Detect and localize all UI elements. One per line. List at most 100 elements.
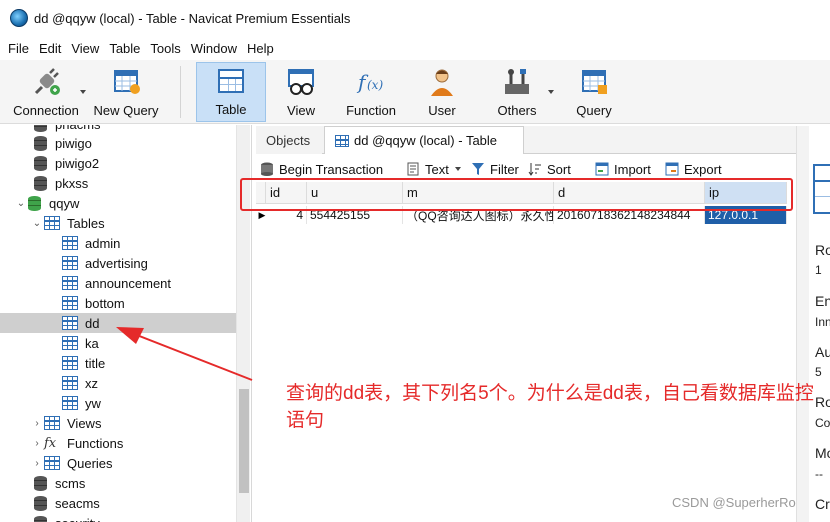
info-value: 1 (815, 263, 822, 277)
tree-table-advertising[interactable]: advertising (0, 253, 236, 273)
user-label: User (428, 103, 456, 118)
data-grid: id u m d ip ▶ 4 554425155 （QQ咨询达人图标）永久性 … (256, 182, 796, 522)
menu-help[interactable]: Help (242, 41, 279, 56)
tree-item-label: advertising (85, 255, 148, 271)
function-icon: f (x) (355, 67, 387, 97)
tree-item-label: xz (85, 375, 98, 391)
others-dropdown-caret[interactable] (548, 90, 554, 94)
annotation-arrow-icon (116, 327, 253, 381)
title-bar: dd @qqyw (local) - Table - Navicat Premi… (0, 0, 830, 36)
tree-item-label: phacms (55, 125, 101, 132)
filter-icon (472, 163, 484, 175)
info-value: -- (815, 467, 823, 481)
info-label: Mo (815, 445, 830, 461)
tree-folder-functions[interactable]: › fx Functions (0, 433, 236, 453)
import-icon (595, 162, 609, 176)
table-icon (62, 396, 78, 410)
tree-folder-views[interactable]: › Views (0, 413, 236, 433)
connection-button[interactable]: Connection (8, 62, 84, 122)
chevron-down-icon[interactable]: ⌄ (14, 198, 28, 209)
chevron-right-icon[interactable]: › (30, 438, 44, 449)
chevron-right-icon[interactable]: › (30, 418, 44, 429)
table-icon (62, 376, 78, 390)
tree-table-admin[interactable]: admin (0, 233, 236, 253)
query-button[interactable]: Query (566, 62, 622, 122)
tab-objects[interactable]: Objects (256, 126, 322, 154)
chevron-down-icon[interactable] (454, 167, 461, 171)
table-label: Table (215, 102, 247, 117)
tree-item-label: pkxss (55, 175, 89, 191)
table-icon (62, 256, 78, 270)
others-label: Others (497, 103, 537, 118)
info-value: 5 (815, 365, 822, 379)
chevron-right-icon[interactable]: › (30, 458, 44, 469)
user-button[interactable]: User (412, 62, 472, 122)
tree-item-label: piwigo2 (55, 155, 100, 171)
table-icon (813, 164, 830, 214)
info-label: Ro (815, 394, 830, 410)
tools-icon (501, 67, 533, 97)
tree-db-security[interactable]: security (0, 513, 236, 522)
menu-file[interactable]: File (3, 41, 34, 56)
tree-db-pkxss[interactable]: pkxss (0, 173, 236, 193)
tree-folder-queries[interactable]: › Queries (0, 453, 236, 473)
others-button[interactable]: Others (488, 62, 546, 122)
info-value: Co (815, 416, 830, 430)
user-icon (426, 67, 458, 97)
highlight-box-columns (240, 178, 793, 211)
database-icon (34, 515, 47, 522)
menu-view[interactable]: View (66, 41, 104, 56)
function-button[interactable]: f (x) Function (340, 62, 402, 122)
new-query-icon (110, 67, 142, 97)
tree-item-label: seacms (55, 495, 100, 511)
database-icon (34, 475, 47, 491)
main-toolbar: Connection New Query Table View f (x) Fu… (0, 60, 830, 124)
menu-edit[interactable]: Edit (34, 41, 66, 56)
tree-db-seacms[interactable]: seacms (0, 493, 236, 513)
tab-label: dd @qqyw (local) - Table (354, 133, 498, 148)
table-icon (62, 236, 78, 250)
tree-scrollbar-thumb[interactable] (239, 389, 249, 493)
tree-item-label: ka (85, 335, 99, 351)
table-button[interactable]: Table (196, 62, 266, 122)
begin-transaction-label: Begin Transaction (279, 161, 384, 177)
view-button[interactable]: View (270, 62, 332, 122)
csdn-watermark: CSDN @SuperherRo (672, 495, 796, 510)
table-icon (335, 134, 349, 147)
menu-table[interactable]: Table (104, 41, 145, 56)
menu-window[interactable]: Window (186, 41, 242, 56)
info-label: En (815, 293, 830, 309)
tree-db-piwigo[interactable]: piwigo (0, 133, 236, 153)
tab-dd-table[interactable]: dd @qqyw (local) - Table (324, 126, 524, 154)
import-label: Import (614, 161, 651, 177)
window-title: dd @qqyw (local) - Table - Navicat Premi… (34, 10, 351, 26)
tree-folder-tables[interactable]: ⌄ Tables (0, 213, 236, 233)
tree-db-qqyw[interactable]: ⌄ qqyw (0, 193, 236, 213)
tree-item-label: dd (85, 315, 100, 331)
chevron-down-icon[interactable]: ⌄ (30, 218, 44, 229)
tree-item-label: yw (85, 395, 101, 411)
tree-table-announcement[interactable]: announcement (0, 273, 236, 293)
table-icon (62, 296, 78, 310)
database-icon (34, 495, 47, 511)
tree-item-label: security (55, 516, 100, 522)
export-label: Export (684, 161, 722, 177)
new-query-button[interactable]: New Query (90, 62, 162, 122)
tree-item-label: title (85, 355, 106, 371)
connection-dropdown-caret[interactable] (80, 90, 86, 94)
tree-item-label: scms (55, 475, 86, 491)
database-icon (34, 175, 47, 191)
database-icon (34, 125, 47, 132)
new-query-label: New Query (93, 103, 159, 118)
tree-db-scms[interactable]: scms (0, 473, 236, 493)
table-icon (62, 356, 78, 370)
database-icon (34, 155, 47, 171)
menu-tools[interactable]: Tools (145, 41, 185, 56)
tree-db-piwigo2[interactable]: piwigo2 (0, 153, 236, 173)
table-icon (62, 336, 78, 350)
tree-item-label: piwigo (55, 135, 92, 151)
annotation-note: 查询的dd表，其下列名5个。为什么是dd表，自己看数据库监控语句 (286, 383, 814, 431)
info-label: Ro (815, 242, 830, 258)
function-label: Function (346, 103, 396, 118)
info-label: Cr (815, 496, 830, 512)
